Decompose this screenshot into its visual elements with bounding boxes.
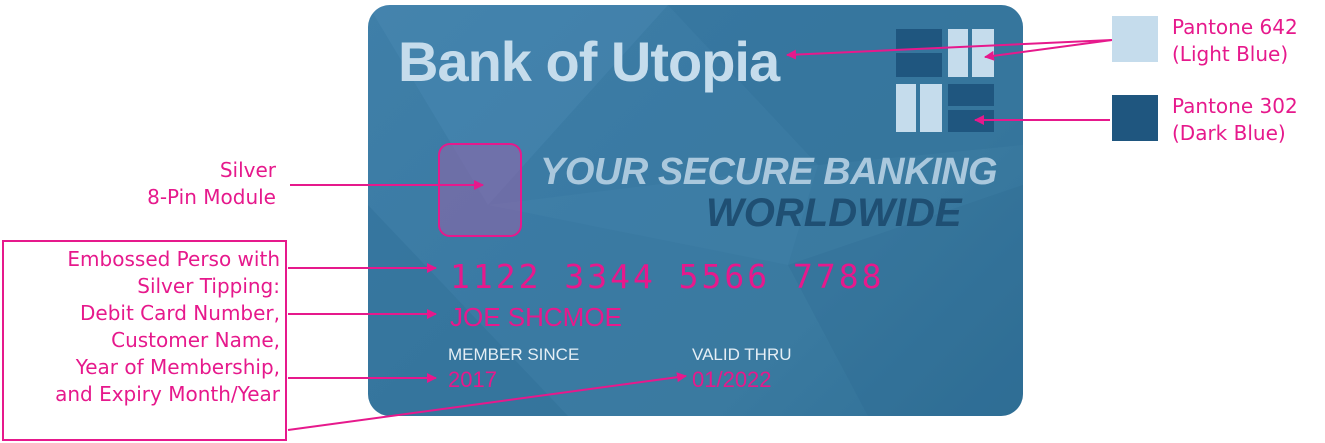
pantone-302-name: Pantone 302	[1172, 94, 1298, 118]
perso-line-1: Embossed Perso with	[67, 247, 280, 271]
chip-callout-line-2: 8-Pin Module	[147, 185, 276, 209]
pantone-642-desc: (Light Blue)	[1172, 42, 1289, 66]
pantone-302-swatch	[1112, 95, 1158, 141]
perso-line-4: Customer Name,	[111, 328, 280, 352]
perso-line-3: Debit Card Number,	[80, 301, 280, 325]
pantone-302-desc: (Dark Blue)	[1172, 121, 1286, 145]
perso-callout: Embossed Perso with Silver Tipping: Debi…	[4, 246, 280, 408]
chip-callout: Silver 8-Pin Module	[80, 157, 276, 211]
perso-line-2: Silver Tipping:	[137, 274, 280, 298]
perso-line-6: and Expiry Month/Year	[55, 382, 280, 406]
pantone-642-swatch	[1112, 16, 1158, 62]
pantone-302-label: Pantone 302 (Dark Blue)	[1172, 93, 1298, 147]
pantone-642-name: Pantone 642	[1172, 15, 1298, 39]
perso-line-5: Year of Membership,	[75, 355, 280, 379]
pantone-642-label: Pantone 642 (Light Blue)	[1172, 14, 1298, 68]
arrow-to-valid-thru	[287, 372, 687, 431]
chip-callout-line-1: Silver	[219, 158, 276, 182]
